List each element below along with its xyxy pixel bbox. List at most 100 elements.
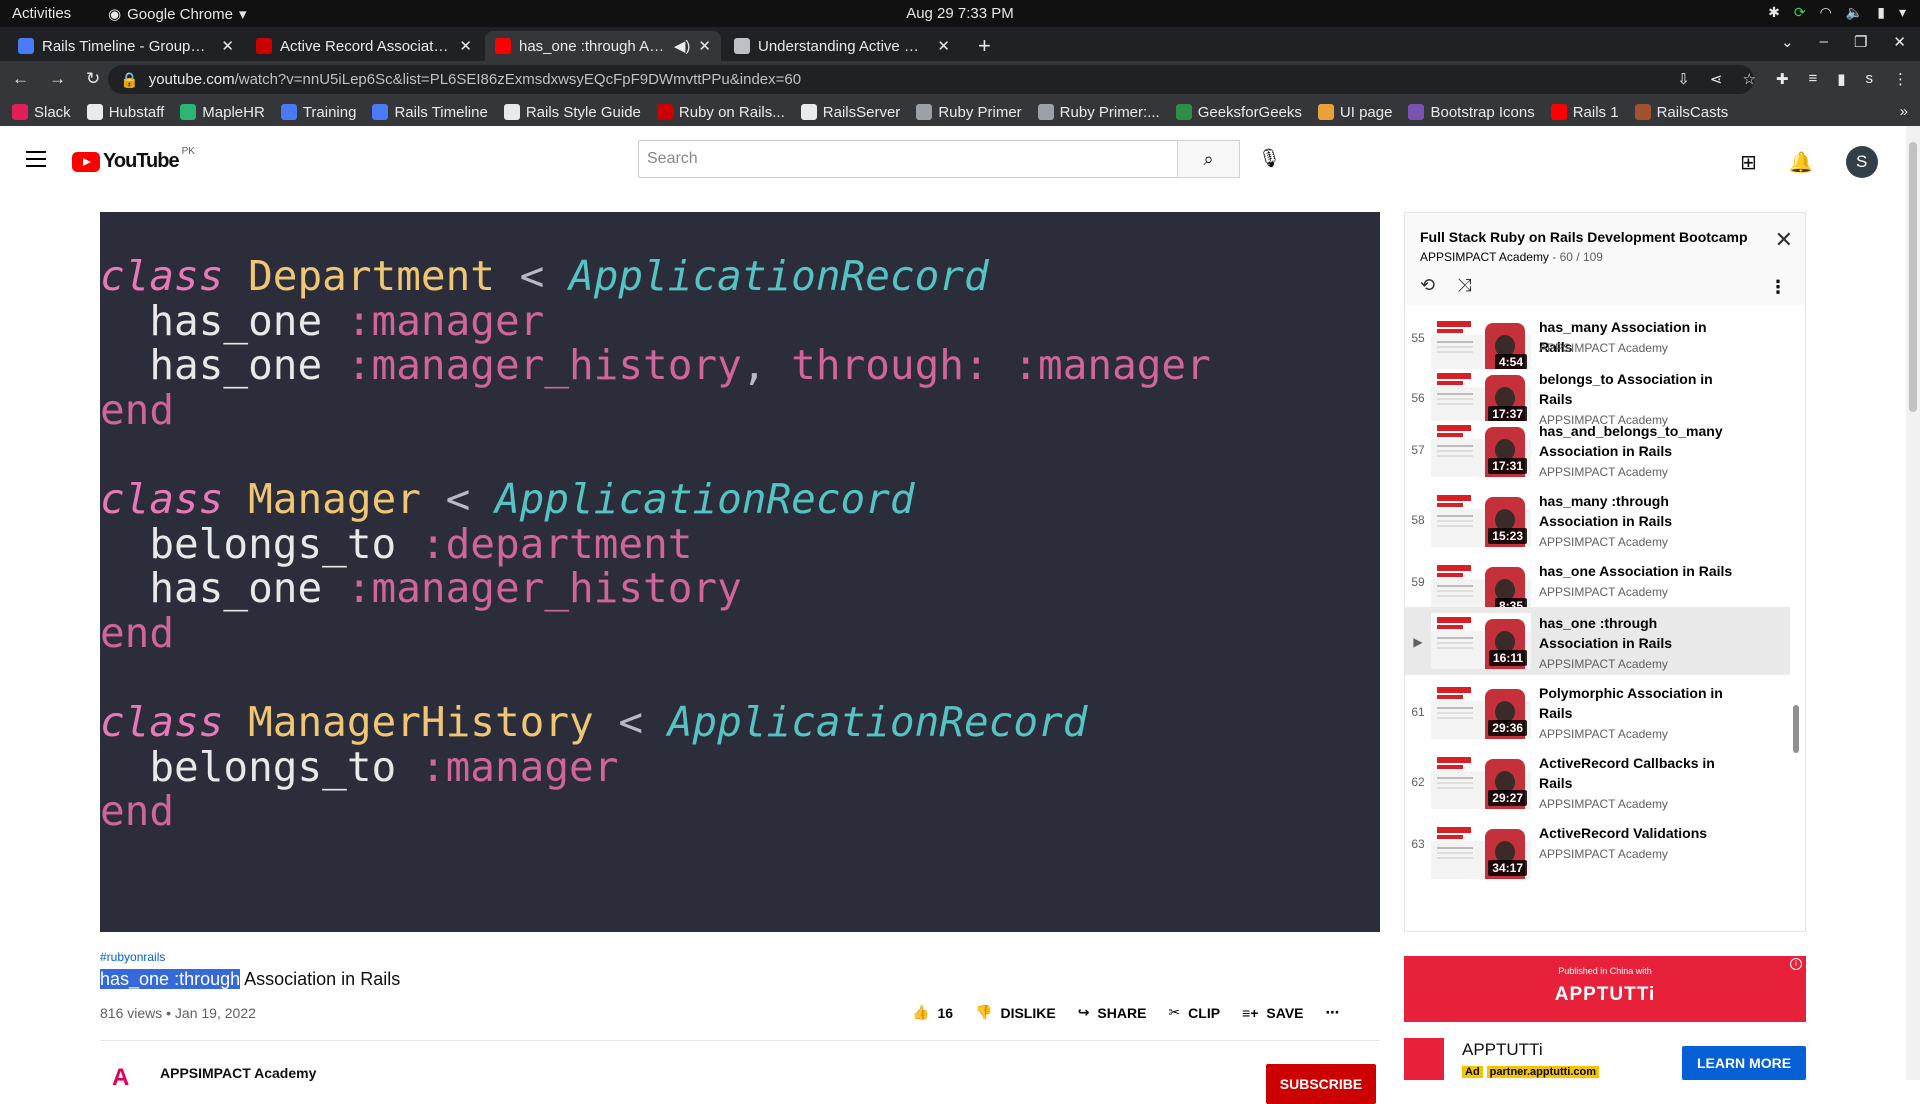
ad-info-icon[interactable]: i: [1790, 958, 1802, 970]
more-actions-button[interactable]: ⋯: [1326, 1004, 1340, 1021]
playlist-item[interactable]: 58 15:23 has_many :through Association in …: [1405, 485, 1790, 553]
dislike-button[interactable]: 👎 DISLIKE: [975, 1004, 1056, 1021]
extensions-icon[interactable]: ✚: [1776, 70, 1789, 88]
shuffle-icon[interactable]: ⤨: [1457, 275, 1471, 296]
channel-name[interactable]: APPSIMPACT Academy: [160, 1065, 316, 1081]
search-button[interactable]: ⌕: [1177, 140, 1240, 178]
search-input[interactable]: Search: [638, 140, 1178, 178]
close-icon[interactable]: ✕: [221, 37, 234, 55]
ad-banner[interactable]: Published in China with APPTUTTi i: [1404, 956, 1806, 1022]
video-thumbnail[interactable]: 15:23: [1431, 491, 1531, 547]
playlist-item-title[interactable]: Polymorphic Association in Rails: [1539, 683, 1739, 723]
new-tab-button[interactable]: +: [978, 33, 991, 59]
bookmark-item[interactable]: Training: [280, 104, 356, 121]
subscribe-button[interactable]: SUBSCRIBE: [1266, 1064, 1376, 1104]
chrome-menu-icon[interactable]: ⋮: [1893, 70, 1908, 88]
browser-tab-active[interactable]: has_one :through Asso ◀) ✕: [485, 31, 721, 61]
reload-icon[interactable]: ↻: [86, 69, 100, 89]
advertiser-name[interactable]: APPTUTTi: [1462, 1040, 1543, 1060]
create-video-icon[interactable]: ⊞: [1740, 150, 1757, 175]
video-thumbnail[interactable]: 16:11: [1431, 613, 1531, 669]
avatar[interactable]: S: [1845, 146, 1878, 178]
bookmark-item[interactable]: Slack: [12, 104, 71, 121]
playlist-scrollbar[interactable]: [1793, 705, 1799, 753]
share-icon[interactable]: ⋖: [1710, 70, 1723, 88]
media-icon[interactable]: ≡: [1808, 70, 1817, 88]
browser-tab[interactable]: Rails Timeline - Grouped - ✕: [8, 31, 244, 61]
playlist-item[interactable]: 63 34:17 ActiveRecord Validations APPSIMPAC…: [1405, 817, 1790, 879]
bookmark-item[interactable]: Rails Timeline: [372, 104, 488, 121]
close-icon[interactable]: ✕: [937, 37, 950, 55]
clock[interactable]: Aug 29 7:33 PM: [900, 5, 1020, 22]
channel-avatar[interactable]: [100, 1058, 140, 1088]
playlist-item-title[interactable]: belongs_to Association in Rails: [1539, 369, 1739, 409]
browser-tab[interactable]: Understanding Active Rec ✕: [724, 31, 960, 61]
bookmark-item[interactable]: Bootstrap Icons: [1408, 104, 1535, 121]
system-tray[interactable]: ✱ ⟳ ◠ 🔈 ▮ ▾: [1768, 4, 1906, 21]
video-thumbnail[interactable]: 17:31: [1431, 421, 1531, 477]
bookmark-item[interactable]: MapleHR: [180, 104, 265, 121]
speaker-icon[interactable]: ◀): [674, 37, 691, 55]
star-icon[interactable]: ☆: [1742, 70, 1755, 88]
more-vertical-icon[interactable]: ⋮: [1769, 277, 1787, 298]
advertiser-logo[interactable]: [1404, 1038, 1444, 1080]
playlist-title[interactable]: Full Stack Ruby on Rails Development Boo…: [1420, 229, 1748, 245]
bookmark-item[interactable]: Ruby Primer: [916, 104, 1022, 121]
bookmark-item[interactable]: Rails 1: [1550, 104, 1619, 121]
lock-icon[interactable]: 🔒: [120, 71, 139, 89]
address-bar[interactable]: 🔒 youtube.com/watch?v=nnU5iLep6Sc&list=P…: [108, 65, 1754, 94]
playlist-item[interactable]: 59 8:35 has_one Association in Rails APPSIM…: [1405, 555, 1790, 617]
bookmark-item[interactable]: RailsServer: [800, 104, 900, 121]
playlist-item-current[interactable]: ▶ 16:11 has_one :through Association in Ra…: [1405, 607, 1790, 675]
video-thumbnail[interactable]: 29:36: [1431, 683, 1531, 739]
playlist-item-title[interactable]: has_one Association in Rails: [1539, 561, 1739, 581]
bookmark-item[interactable]: GeeksforGeeks: [1175, 104, 1302, 121]
playlist-item[interactable]: 62 29:27 ActiveRecord Callbacks in Rails AP…: [1405, 747, 1790, 815]
share-button[interactable]: ↪ SHARE: [1078, 1004, 1147, 1021]
app-menu[interactable]: ◉ Google Chrome ▾: [108, 5, 247, 24]
video-thumbnail[interactable]: 29:27: [1431, 753, 1531, 809]
profile-icon[interactable]: s: [1866, 70, 1874, 88]
playlist-item[interactable]: 56 17:37 belongs_to Association in Rails AP…: [1405, 363, 1790, 427]
playlist-item-title[interactable]: has_one :through Association in Rails: [1539, 613, 1739, 653]
scrollbar-thumb[interactable]: [1909, 142, 1917, 412]
playlist-item[interactable]: 61 29:36 Polymorphic Association in Rails A…: [1405, 677, 1790, 745]
bookmark-item[interactable]: RailsCasts: [1634, 104, 1728, 121]
playlist-item-title[interactable]: ActiveRecord Validations: [1539, 823, 1739, 843]
page-scrollbar[interactable]: [1906, 126, 1920, 1080]
maximize-icon[interactable]: ❐: [1854, 33, 1867, 51]
loop-icon[interactable]: ⟲: [1420, 275, 1435, 296]
microphone-icon[interactable]: 🎙: [1258, 148, 1281, 169]
close-icon[interactable]: ✕: [459, 37, 472, 55]
close-icon[interactable]: ✕: [1775, 227, 1793, 253]
browser-tab[interactable]: Active Record Association ✕: [246, 31, 482, 61]
playlist-item[interactable]: 57 17:31 has_and_belongs_to_many Associati…: [1405, 415, 1790, 483]
more-bookmarks-icon[interactable]: »: [1900, 103, 1908, 120]
tab-search-icon[interactable]: ⌄: [1781, 33, 1794, 51]
minimize-icon[interactable]: –: [1820, 33, 1828, 51]
menu-icon[interactable]: [26, 151, 46, 167]
like-button[interactable]: 👍 16: [912, 1004, 953, 1021]
video-thumbnail[interactable]: 34:17: [1431, 823, 1531, 879]
playlist-item-title[interactable]: has_many :through Association in Rails: [1539, 491, 1739, 531]
playlist-item[interactable]: 55 4:54 has_many Association in Rails APPSI…: [1405, 311, 1790, 373]
back-icon[interactable]: ←: [12, 69, 29, 89]
bookmark-item[interactable]: UI page: [1317, 104, 1392, 121]
playlist-item-title[interactable]: has_and_belongs_to_many Association in R…: [1539, 421, 1739, 461]
notifications-icon[interactable]: 🔔: [1789, 150, 1814, 175]
playlist-owner-name[interactable]: APPSIMPACT Academy: [1420, 250, 1549, 264]
video-player[interactable]: class Department < ApplicationRecord has…: [100, 212, 1380, 932]
bookmark-item[interactable]: Ruby on Rails...: [656, 104, 785, 121]
forward-icon[interactable]: →: [49, 69, 66, 89]
playlist-item-title[interactable]: ActiveRecord Callbacks in Rails: [1539, 753, 1739, 793]
save-button[interactable]: ≡+ SAVE: [1242, 1004, 1303, 1021]
close-icon[interactable]: ✕: [698, 37, 711, 55]
install-icon[interactable]: ⇩: [1677, 70, 1690, 88]
sidepanel-icon[interactable]: ▮: [1837, 70, 1845, 88]
close-window-icon[interactable]: ✕: [1893, 33, 1906, 51]
bookmark-item[interactable]: Hubstaff: [86, 104, 164, 121]
youtube-logo[interactable]: YouTube PK: [72, 146, 195, 173]
clip-button[interactable]: ✂ CLIP: [1168, 1004, 1220, 1021]
bookmark-item[interactable]: Rails Style Guide: [503, 104, 641, 121]
activities-button[interactable]: Activities: [12, 5, 71, 22]
